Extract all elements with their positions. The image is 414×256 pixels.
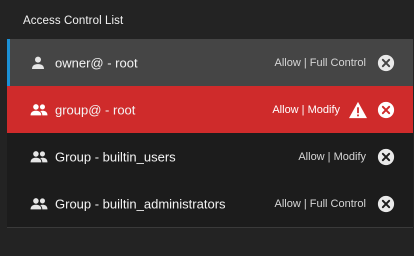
- remove-entry-icon[interactable]: [377, 54, 395, 72]
- acl-entry-owner[interactable]: owner@ - root Allow | Full Control: [7, 39, 413, 86]
- entry-permission: Allow | Modify: [272, 103, 340, 116]
- group-icon: [30, 197, 48, 209]
- entry-principal: Group - builtin_users: [55, 149, 176, 164]
- remove-entry-icon[interactable]: [377, 195, 395, 213]
- selection-indicator: [7, 39, 10, 86]
- divider: [7, 227, 413, 228]
- group-icon: [30, 150, 48, 162]
- acl-panel: Access Control List owner@ - root Allow …: [0, 0, 414, 256]
- acl-entry-group[interactable]: group@ - root Allow | Modify: [7, 86, 413, 133]
- acl-entry-builtin-users[interactable]: Group - builtin_users Allow | Modify: [7, 133, 413, 180]
- entry-permission: Allow | Full Control: [274, 197, 367, 210]
- group-icon: [30, 103, 48, 115]
- panel-title: Access Control List: [23, 15, 124, 27]
- entry-principal: group@ - root: [55, 102, 136, 117]
- acl-entry-builtin-administrators[interactable]: Group - builtin_administrators Allow | F…: [7, 180, 413, 227]
- entry-permission: Allow | Modify: [298, 150, 366, 163]
- entry-principal: owner@ - root: [55, 55, 138, 70]
- warning-icon: [349, 101, 367, 118]
- entry-permission: Allow | Full Control: [274, 56, 367, 69]
- person-icon: [32, 56, 44, 69]
- remove-entry-icon[interactable]: [377, 148, 395, 166]
- acl-list: owner@ - root Allow | Full Control group…: [7, 39, 413, 227]
- entry-principal: Group - builtin_administrators: [55, 196, 226, 211]
- remove-entry-icon[interactable]: [377, 101, 395, 119]
